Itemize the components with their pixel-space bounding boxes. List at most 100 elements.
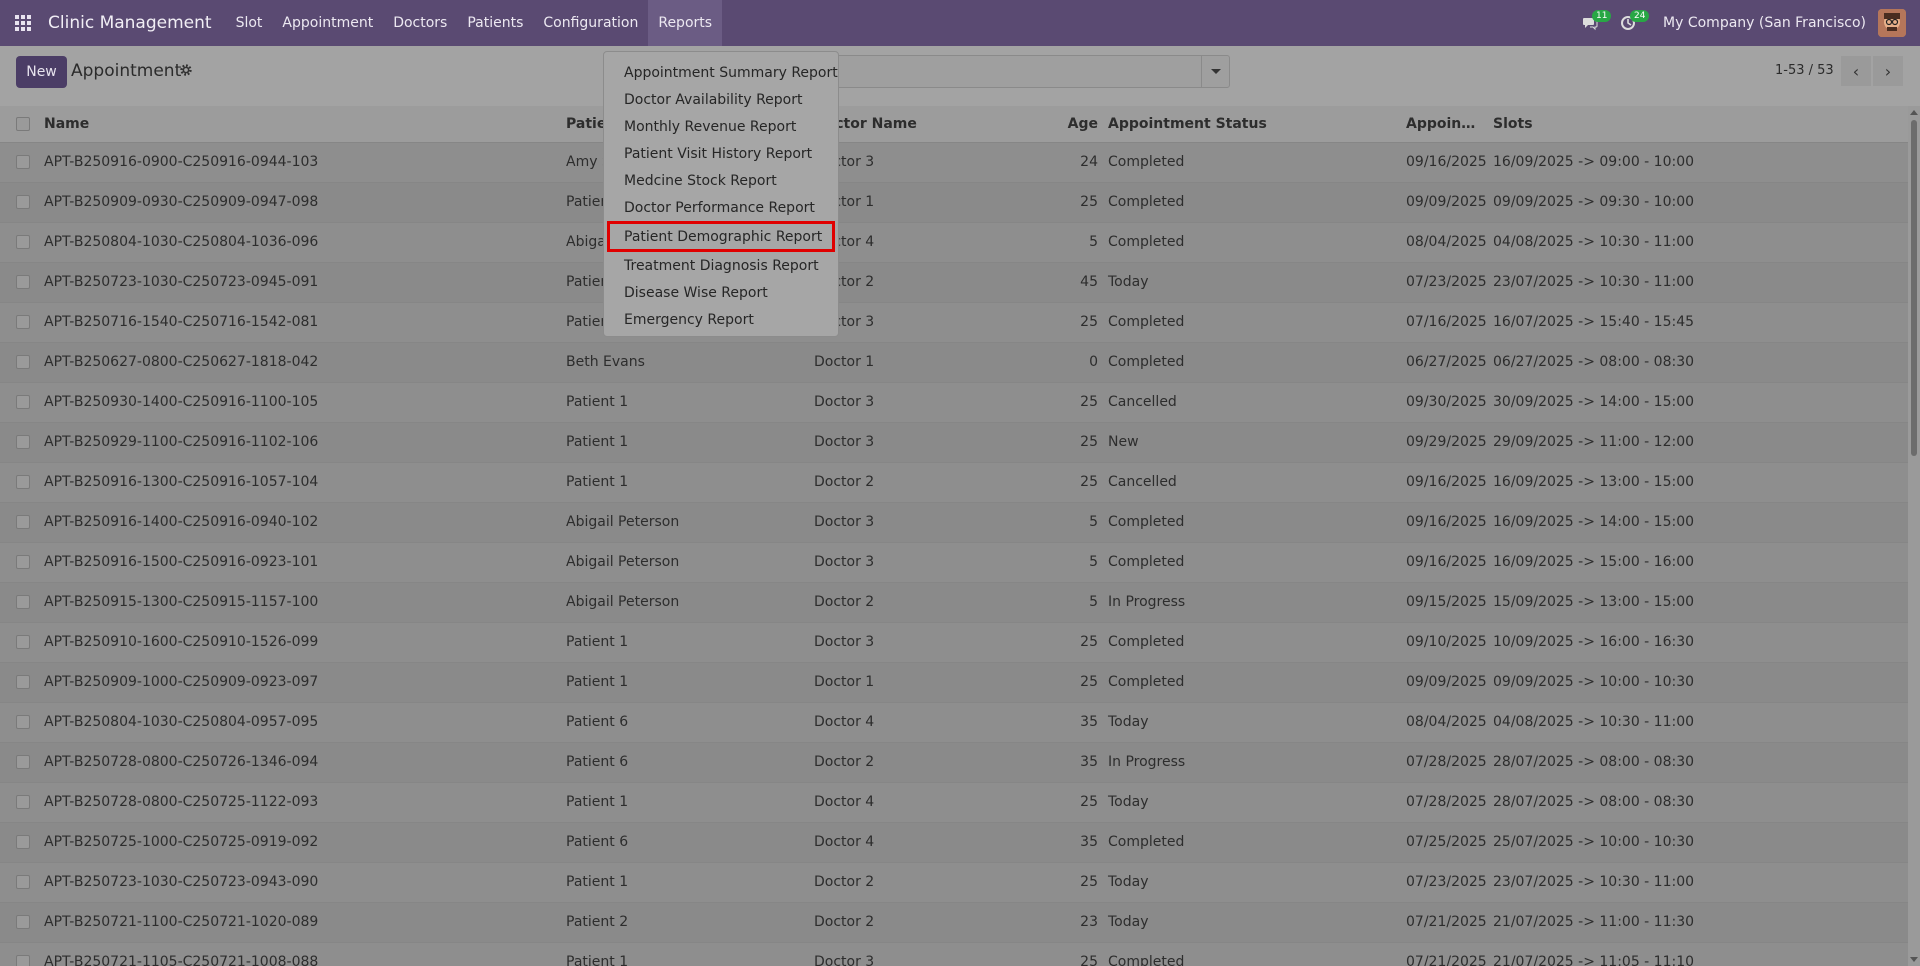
select-all-cell[interactable] (0, 106, 38, 143)
row-select-cell[interactable] (0, 782, 38, 823)
table-row[interactable]: APT-B250721-1100-C250721-1020-089 Patient… (0, 902, 1908, 943)
row-checkbox[interactable] (16, 795, 30, 809)
row-checkbox[interactable] (16, 675, 30, 689)
user-avatar[interactable] (1878, 9, 1906, 37)
table-row[interactable]: APT-B250804-1030-C250804-0957-095 Patient… (0, 702, 1908, 743)
row-checkbox[interactable] (16, 715, 30, 729)
table-row[interactable]: APT-B250930-1400-C250916-1100-105 Patient… (0, 382, 1908, 423)
row-select-cell[interactable] (0, 742, 38, 783)
report-menu-item[interactable]: Doctor Performance Report (604, 194, 838, 221)
nav-appointment[interactable]: Appointment (272, 0, 383, 46)
report-menu-item[interactable]: Patient Visit History Report (604, 140, 838, 167)
table-row[interactable]: APT-B250723-1030-C250723-0943-090 Patient… (0, 862, 1908, 903)
row-checkbox[interactable] (16, 355, 30, 369)
row-checkbox[interactable] (16, 755, 30, 769)
table-row[interactable]: APT-B250910-1600-C250910-1526-099 Patient… (0, 622, 1908, 663)
nav-slot[interactable]: Slot (226, 0, 273, 46)
pager-previous-button[interactable]: ‹ (1841, 56, 1871, 86)
row-checkbox[interactable] (16, 595, 30, 609)
search-input[interactable] (825, 55, 1230, 88)
table-row[interactable]: APT-B250723-1030-C250723-0945-091 Patient… (0, 262, 1908, 303)
report-menu-item[interactable]: Patient Demographic Report (607, 221, 835, 252)
messages-button[interactable]: 11 (1571, 0, 1612, 46)
row-select-cell[interactable] (0, 262, 38, 303)
report-menu-item[interactable]: Emergency Report (604, 306, 838, 333)
select-all-checkbox[interactable] (16, 116, 30, 131)
new-button[interactable]: New (16, 56, 67, 88)
gear-icon[interactable] (179, 63, 193, 77)
column-header-date[interactable]: Appointment Date (1400, 106, 1487, 143)
column-header-age[interactable]: Age (1058, 106, 1098, 143)
row-checkbox[interactable] (16, 515, 30, 529)
table-row[interactable]: APT-B250916-0900-C250916-0944-103Amy Smi… (0, 142, 1908, 183)
row-checkbox[interactable] (16, 395, 30, 409)
row-checkbox[interactable] (16, 315, 30, 329)
row-checkbox[interactable] (16, 635, 30, 649)
row-select-cell[interactable] (0, 222, 38, 263)
table-row[interactable]: APT-B250915-1300-C250915-1157-100 Abigail… (0, 582, 1908, 623)
report-menu-item[interactable]: Appointment Summary Report (604, 59, 838, 86)
row-select-cell[interactable] (0, 342, 38, 383)
row-select-cell[interactable] (0, 502, 38, 543)
vertical-scrollbar[interactable] (1908, 106, 1920, 966)
table-row[interactable]: APT-B250721-1105-C250721-1008-088 Patient… (0, 942, 1908, 966)
row-select-cell[interactable] (0, 182, 38, 223)
table-row[interactable]: APT-B250916-1300-C250916-1057-104 Patient… (0, 462, 1908, 503)
row-checkbox[interactable] (16, 275, 30, 289)
apps-menu-icon[interactable] (0, 0, 46, 46)
row-select-cell[interactable] (0, 622, 38, 663)
table-row[interactable]: APT-B250916-1400-C250916-0940-102 Abigail… (0, 502, 1908, 543)
row-checkbox[interactable] (16, 915, 30, 929)
report-menu-item[interactable]: Medcine Stock Report (604, 167, 838, 194)
activities-button[interactable]: 24 (1609, 0, 1650, 46)
nav-configuration[interactable]: Configuration (533, 0, 648, 46)
nav-doctors[interactable]: Doctors (383, 0, 457, 46)
table-row[interactable]: APT-B250909-1000-C250909-0923-097 Patient… (0, 662, 1908, 703)
table-row[interactable]: APT-B250916-1500-C250916-0923-101 Abigail… (0, 542, 1908, 583)
pager-value[interactable]: 1-53 / 53 (1775, 63, 1834, 78)
nav-patients[interactable]: Patients (457, 0, 533, 46)
column-header-slots[interactable]: Slots (1487, 106, 1908, 143)
table-row[interactable]: APT-B250627-0800-C250627-1818-042 Beth Ev… (0, 342, 1908, 383)
row-select-cell[interactable] (0, 702, 38, 743)
table-row[interactable]: APT-B250728-0800-C250725-1122-093 Patient… (0, 782, 1908, 823)
scroll-up-arrow-icon[interactable] (1910, 110, 1918, 115)
column-header-name[interactable]: Name (38, 106, 560, 143)
report-menu-item[interactable]: Monthly Revenue Report (604, 113, 838, 140)
scroll-down-arrow-icon[interactable] (1910, 957, 1918, 962)
row-select-cell[interactable] (0, 142, 38, 183)
app-brand[interactable]: Clinic Management (48, 13, 212, 33)
row-select-cell[interactable] (0, 942, 38, 966)
row-checkbox[interactable] (16, 955, 30, 966)
row-checkbox[interactable] (16, 235, 30, 249)
row-checkbox[interactable] (16, 555, 30, 569)
report-menu-item[interactable]: Disease Wise Report (604, 279, 838, 306)
row-checkbox[interactable] (16, 875, 30, 889)
table-row[interactable]: APT-B250909-0930-C250909-0947-098 Patient… (0, 182, 1908, 223)
row-select-cell[interactable] (0, 462, 38, 503)
row-checkbox[interactable] (16, 155, 30, 169)
row-select-cell[interactable] (0, 582, 38, 623)
row-select-cell[interactable] (0, 862, 38, 903)
row-select-cell[interactable] (0, 422, 38, 463)
row-select-cell[interactable] (0, 822, 38, 863)
table-row[interactable]: APT-B250804-1030-C250804-1036-096 Abigail… (0, 222, 1908, 263)
search-options-toggle[interactable] (1201, 56, 1229, 87)
row-select-cell[interactable] (0, 302, 38, 343)
row-select-cell[interactable] (0, 382, 38, 423)
row-checkbox[interactable] (16, 475, 30, 489)
row-checkbox[interactable] (16, 435, 30, 449)
row-checkbox[interactable] (16, 195, 30, 209)
table-row[interactable]: APT-B250728-0800-C250726-1346-094 Patient… (0, 742, 1908, 783)
nav-reports[interactable]: Reports (648, 0, 723, 46)
row-checkbox[interactable] (16, 835, 30, 849)
table-row[interactable]: APT-B250716-1540-C250716-1542-081 Patient… (0, 302, 1908, 343)
column-header-doctor[interactable]: Doctor Name (808, 106, 1058, 143)
report-menu-item[interactable]: Doctor Availability Report (604, 86, 838, 113)
table-row[interactable]: APT-B250725-1000-C250725-0919-092 Patient… (0, 822, 1908, 863)
table-row[interactable]: APT-B250929-1100-C250916-1102-106 Patient… (0, 422, 1908, 463)
scrollbar-thumb[interactable] (1911, 120, 1917, 456)
row-select-cell[interactable] (0, 662, 38, 703)
report-menu-item[interactable]: Treatment Diagnosis Report (604, 252, 838, 279)
company-switcher[interactable]: My Company (San Francisco) (1663, 15, 1866, 31)
